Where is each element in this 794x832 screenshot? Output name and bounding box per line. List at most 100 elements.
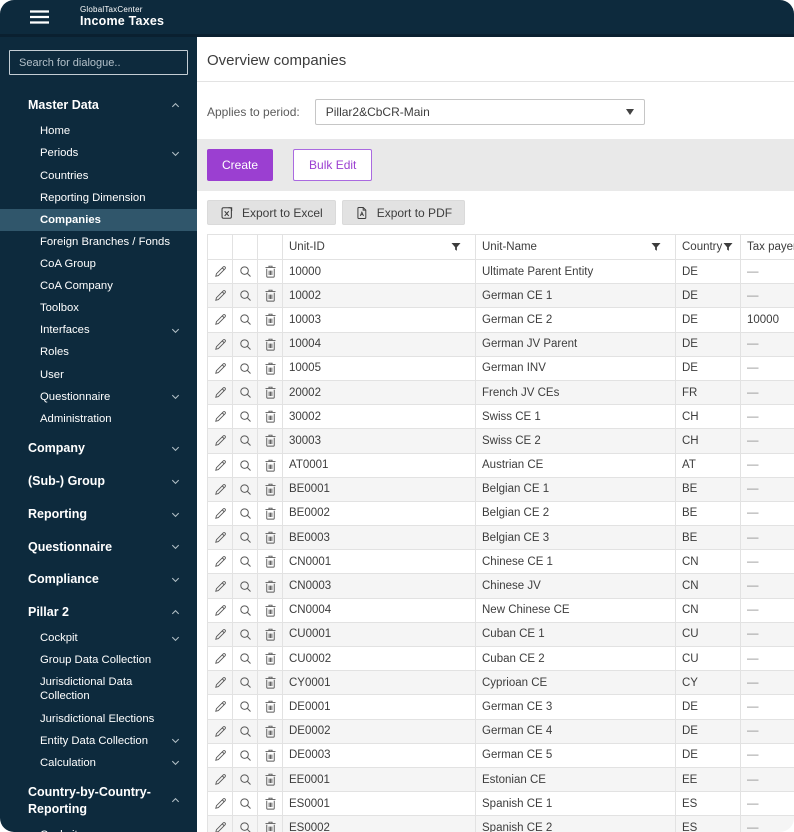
period-select[interactable]: Pillar2&CbCR-Main <box>314 99 645 125</box>
edit-row-button[interactable] <box>207 815 233 832</box>
sidebar-item-coa-group[interactable]: CoA Group <box>0 253 197 275</box>
sidebar-item-sub-group[interactable]: (Sub-) Group <box>0 467 197 496</box>
edit-row-button[interactable] <box>207 307 233 333</box>
delete-row-button[interactable] <box>257 621 283 648</box>
view-row-button[interactable] <box>232 476 258 502</box>
delete-row-button[interactable] <box>257 283 283 309</box>
sidebar-item-master-data[interactable]: Master Data <box>0 91 197 120</box>
view-row-button[interactable] <box>232 791 258 817</box>
edit-row-button[interactable] <box>207 766 233 793</box>
sidebar-item-pillar-2[interactable]: Pillar 2 <box>0 598 197 627</box>
sidebar-item-countries[interactable]: Countries <box>0 165 197 187</box>
delete-row-button[interactable] <box>257 525 283 551</box>
edit-row-button[interactable] <box>207 670 233 696</box>
sidebar-item-roles[interactable]: Roles <box>0 341 197 363</box>
sidebar-item-questionnaire[interactable]: Questionnaire <box>0 533 197 562</box>
edit-row-button[interactable] <box>207 258 233 285</box>
sidebar-item-reporting[interactable]: Reporting <box>0 500 197 529</box>
view-row-button[interactable] <box>232 379 258 406</box>
view-row-button[interactable] <box>232 645 258 672</box>
delete-row-button[interactable] <box>257 452 283 478</box>
edit-row-button[interactable] <box>207 379 233 406</box>
view-row-button[interactable] <box>232 355 258 381</box>
sidebar-item-user[interactable]: User <box>0 364 197 386</box>
view-row-button[interactable] <box>232 766 258 793</box>
view-row-button[interactable] <box>232 404 258 430</box>
view-row-button[interactable] <box>232 428 258 454</box>
edit-row-button[interactable] <box>207 452 233 478</box>
sidebar-item-cockpit[interactable]: Cockpit <box>0 627 197 649</box>
edit-row-button[interactable] <box>207 500 233 527</box>
delete-row-button[interactable] <box>257 500 283 527</box>
edit-row-button[interactable] <box>207 428 233 454</box>
delete-row-button[interactable] <box>257 815 283 832</box>
edit-row-button[interactable] <box>207 645 233 672</box>
edit-row-button[interactable] <box>207 283 233 309</box>
bulk-edit-button[interactable]: Bulk Edit <box>293 149 373 181</box>
filter-funnel-icon[interactable] <box>650 241 662 253</box>
sidebar-item-home[interactable]: Home <box>0 120 197 142</box>
sidebar-item-entity-data-collection[interactable]: Entity Data Collection <box>0 730 197 752</box>
delete-row-button[interactable] <box>257 670 283 696</box>
sidebar-item-foreign-branches-fonds[interactable]: Foreign Branches / Fonds <box>0 231 197 253</box>
view-row-button[interactable] <box>232 718 258 744</box>
view-row-button[interactable] <box>232 670 258 696</box>
view-row-button[interactable] <box>232 815 258 832</box>
view-row-button[interactable] <box>232 307 258 333</box>
sidebar-item-coa-company[interactable]: CoA Company <box>0 275 197 297</box>
edit-row-button[interactable] <box>207 404 233 430</box>
view-row-button[interactable] <box>232 258 258 285</box>
filter-funnel-icon[interactable] <box>722 241 734 253</box>
edit-row-button[interactable] <box>207 621 233 648</box>
delete-row-button[interactable] <box>257 379 283 406</box>
view-row-button[interactable] <box>232 621 258 648</box>
edit-row-button[interactable] <box>207 718 233 744</box>
delete-row-button[interactable] <box>257 331 283 357</box>
view-row-button[interactable] <box>232 597 258 623</box>
edit-row-button[interactable] <box>207 355 233 381</box>
sidebar-item-cockpit[interactable]: Cockpit <box>0 824 197 832</box>
view-row-button[interactable] <box>232 573 258 599</box>
delete-row-button[interactable] <box>257 258 283 285</box>
view-row-button[interactable] <box>232 331 258 357</box>
delete-row-button[interactable] <box>257 791 283 817</box>
delete-row-button[interactable] <box>257 742 283 768</box>
edit-row-button[interactable] <box>207 791 233 817</box>
view-row-button[interactable] <box>232 742 258 768</box>
sidebar-item-calculation[interactable]: Calculation <box>0 752 197 774</box>
sidebar-item-country-by-country-reporting[interactable]: Country-by-Country-Reporting <box>0 778 197 824</box>
edit-row-button[interactable] <box>207 525 233 551</box>
delete-row-button[interactable] <box>257 573 283 599</box>
edit-row-button[interactable] <box>207 694 233 720</box>
delete-row-button[interactable] <box>257 404 283 430</box>
view-row-button[interactable] <box>232 525 258 551</box>
delete-row-button[interactable] <box>257 549 283 575</box>
sidebar-item-interfaces[interactable]: Interfaces <box>0 319 197 341</box>
delete-row-button[interactable] <box>257 476 283 502</box>
delete-row-button[interactable] <box>257 597 283 623</box>
view-row-button[interactable] <box>232 452 258 478</box>
edit-row-button[interactable] <box>207 476 233 502</box>
hamburger-menu-icon[interactable] <box>30 10 49 24</box>
view-row-button[interactable] <box>232 549 258 575</box>
export-pdf-button[interactable]: Export to PDF <box>341 200 466 225</box>
sidebar-item-toolbox[interactable]: Toolbox <box>0 297 197 319</box>
delete-row-button[interactable] <box>257 428 283 454</box>
create-button[interactable]: Create <box>207 149 274 181</box>
edit-row-button[interactable] <box>207 573 233 599</box>
sidebar-item-administration[interactable]: Administration <box>0 408 197 430</box>
edit-row-button[interactable] <box>207 331 233 357</box>
edit-row-button[interactable] <box>207 549 233 575</box>
sidebar-item-jurisdictional-data-collection[interactable]: Jurisdictional Data Collection <box>0 671 197 707</box>
delete-row-button[interactable] <box>257 645 283 672</box>
delete-row-button[interactable] <box>257 355 283 381</box>
view-row-button[interactable] <box>232 694 258 720</box>
sidebar-item-periods[interactable]: Periods <box>0 142 197 164</box>
view-row-button[interactable] <box>232 283 258 309</box>
sidebar-item-companies[interactable]: Companies <box>0 208 197 231</box>
view-row-button[interactable] <box>232 500 258 527</box>
delete-row-button[interactable] <box>257 307 283 333</box>
sidebar-item-reporting-dimension[interactable]: Reporting Dimension <box>0 187 197 209</box>
delete-row-button[interactable] <box>257 718 283 744</box>
sidebar-item-jurisdictional-elections[interactable]: Jurisdictional Elections <box>0 708 197 730</box>
